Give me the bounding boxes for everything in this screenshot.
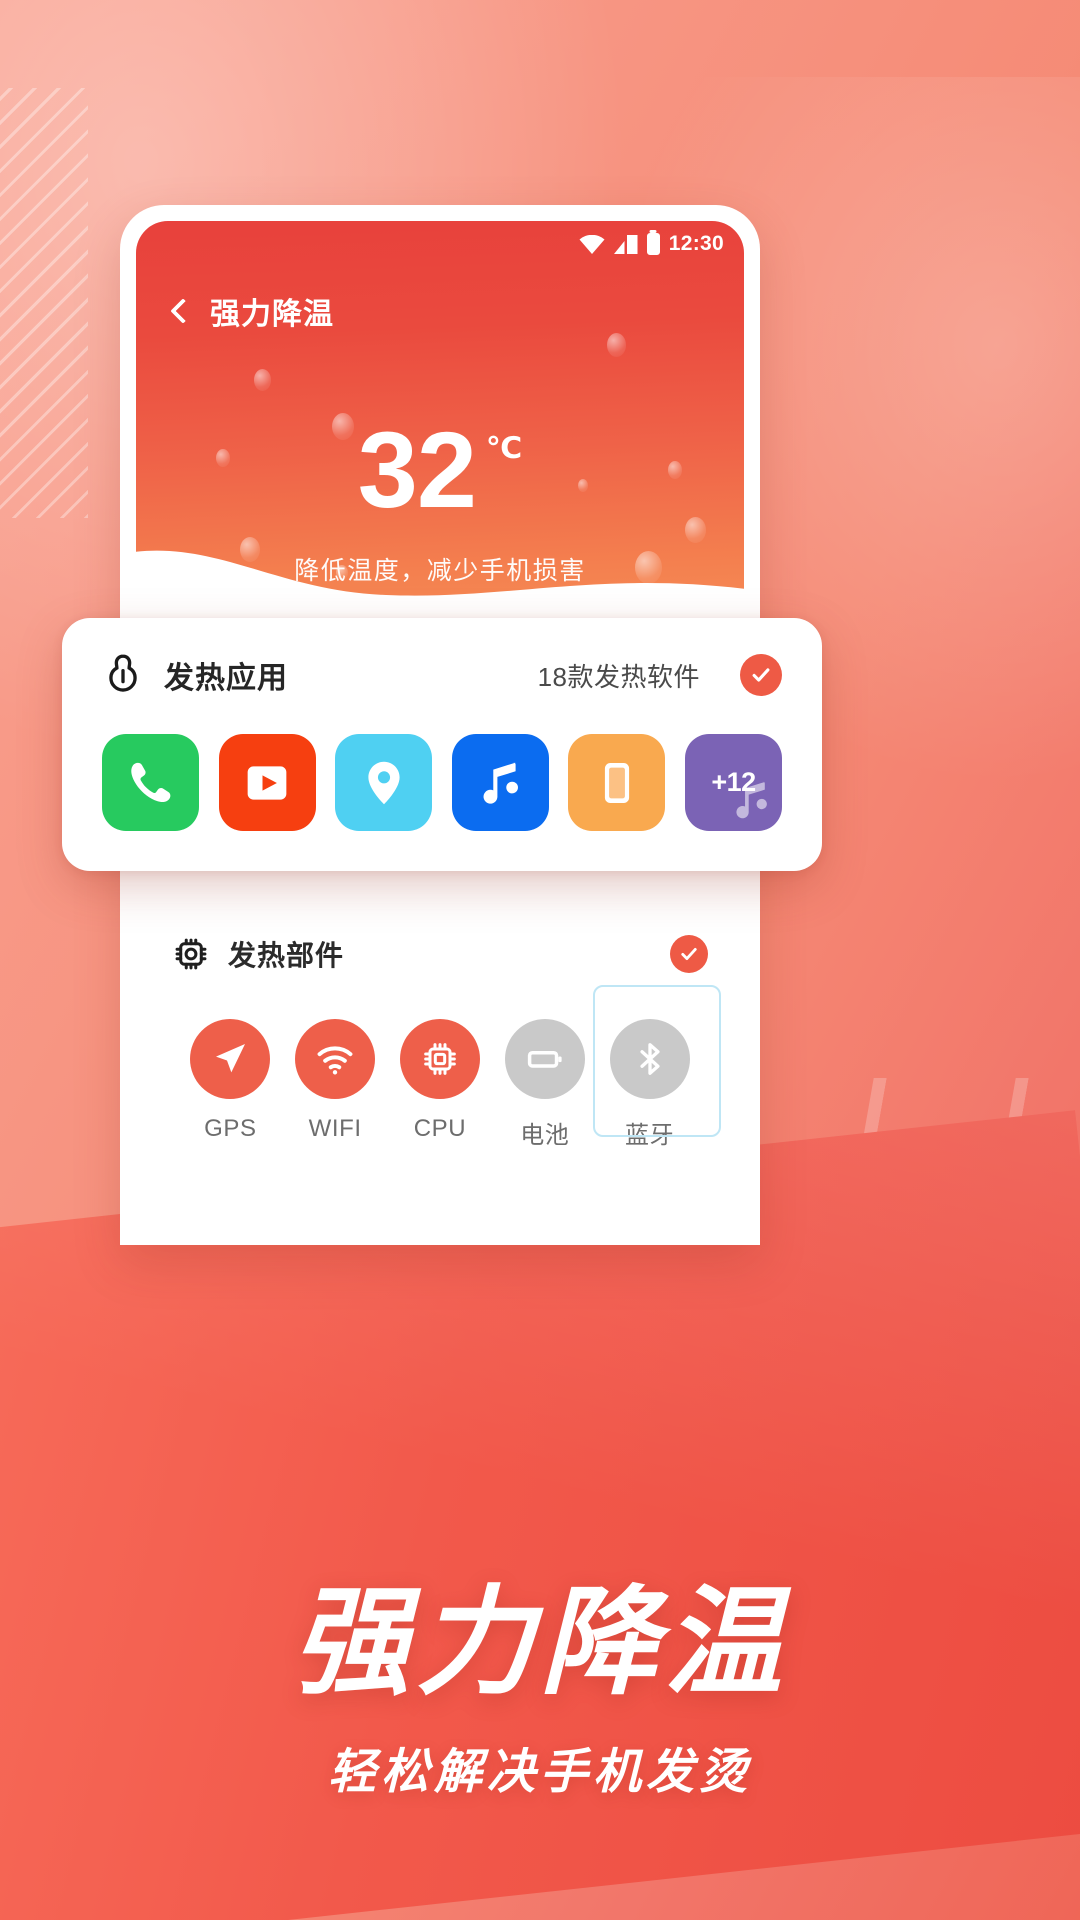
app-tile-more[interactable]: +12 (684, 734, 782, 831)
part-icon-circle (609, 1019, 690, 1099)
part-label: GPS (204, 1115, 257, 1142)
status-bar: 12:30 (136, 221, 744, 267)
app-tile-music[interactable] (451, 734, 549, 831)
hot-apps-count: 18款发热软件 (537, 661, 700, 692)
hot-parts-list: GPS WIFI CPU 电池 蓝牙 (172, 985, 721, 1150)
part-icon-circle (190, 1019, 271, 1099)
navigation-icon (216, 1044, 246, 1073)
part-item-battery[interactable]: 电池 (492, 1019, 597, 1150)
bubble-decoration (254, 369, 271, 391)
diagonal-hatch-decoration (0, 88, 88, 518)
part-item-cpu[interactable]: CPU (388, 1019, 493, 1150)
app-tile-maps[interactable] (335, 734, 433, 831)
hot-parts-title: 发热部件 (228, 940, 345, 971)
page-title: 强力降温 (210, 298, 334, 331)
hero-wave-divider (136, 550, 744, 611)
promo-text-block: 强力降温 轻松解决手机发烫 (0, 1576, 1080, 1802)
temperature-value: 32 (357, 409, 477, 530)
part-label: 蓝牙 (624, 1122, 675, 1149)
phone-icon (130, 762, 170, 802)
chip-icon (424, 1043, 456, 1075)
wifi-icon (579, 234, 605, 254)
navigation-bar: 强力降温 (136, 283, 744, 339)
hot-apps-check-badge[interactable] (740, 654, 782, 696)
signal-icon (613, 234, 638, 254)
app-tile-device[interactable] (568, 734, 666, 831)
promo-subline: 轻松解决手机发烫 (327, 1746, 752, 1799)
status-bar-time: 12:30 (668, 232, 724, 255)
bluetooth-icon (639, 1043, 660, 1075)
chevron-left-icon[interactable] (170, 298, 196, 324)
wifi-icon (317, 1046, 353, 1075)
part-label: CPU (413, 1115, 467, 1142)
app-tile-phone[interactable] (102, 734, 199, 831)
map-pin-icon (368, 761, 400, 804)
part-item-wifi[interactable]: WIFI (283, 1019, 388, 1150)
play-video-icon (247, 765, 287, 800)
hot-apps-title: 发热应用 (164, 662, 288, 695)
part-icon-circle (295, 1019, 376, 1099)
check-icon (681, 948, 697, 960)
app-tile-video[interactable] (218, 734, 316, 831)
hero-header: 12:30 强力降温 32 ℃ 降低温度，减少手机损害 (136, 221, 744, 611)
part-icon-circle (399, 1019, 480, 1099)
thermometer-icon (109, 654, 137, 692)
part-icon-circle (504, 1019, 585, 1099)
part-item-gps[interactable]: GPS (178, 1019, 283, 1150)
cpu-icon (175, 938, 207, 970)
hot-parts-section: 发热部件 GPS WIFI CPU 电池 蓝牙 (136, 911, 744, 1150)
temperature-unit: ℃ (485, 432, 523, 465)
device-icon (604, 762, 629, 803)
check-icon (752, 668, 770, 682)
part-label: 电池 (520, 1122, 570, 1149)
promo-headline: 强力降温 (291, 1576, 788, 1709)
music-note-icon (483, 762, 519, 804)
hot-apps-card: 发热应用 18款发热软件 +12 (62, 618, 822, 871)
hot-apps-icon-row: +12 (102, 734, 782, 831)
hot-apps-header: 发热应用 18款发热软件 (102, 652, 782, 698)
battery-icon (527, 1050, 562, 1068)
temperature-display: 32 ℃ (136, 409, 744, 530)
part-label: WIFI (308, 1115, 362, 1142)
part-item-bluetooth[interactable]: 蓝牙 (593, 985, 721, 1150)
more-apps-label: +12 (711, 767, 756, 797)
bubble-decoration (685, 517, 706, 543)
battery-icon (646, 233, 660, 255)
hot-parts-check-badge[interactable] (670, 935, 708, 973)
